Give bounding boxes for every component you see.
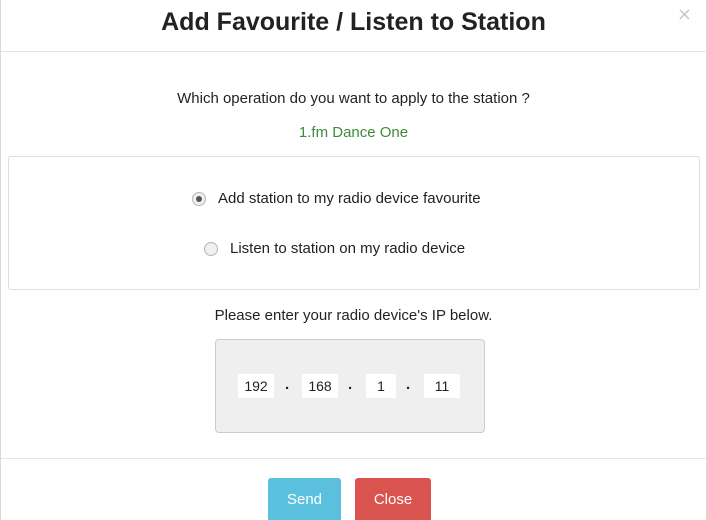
ip-octet-1-input[interactable] — [238, 374, 274, 398]
option-listen-to-station[interactable]: Listen to station on my radio device — [204, 240, 465, 257]
dialog: Add Favourite / Listen to Station × Whic… — [0, 0, 707, 520]
send-button[interactable]: Send — [268, 478, 341, 520]
add-favourite-label: Add station to my radio device favourite — [218, 190, 481, 207]
ip-address-box: . . . — [215, 339, 485, 433]
footer-divider — [1, 458, 706, 459]
ip-separator: . — [406, 376, 411, 393]
dialog-title: Add Favourite / Listen to Station — [161, 8, 546, 36]
ip-octet-3-input[interactable] — [366, 374, 396, 398]
listen-label: Listen to station on my radio device — [230, 240, 466, 257]
dialog-header: Add Favourite / Listen to Station × — [1, 0, 706, 52]
add-favourite-radio[interactable] — [192, 191, 206, 206]
ip-instruction: Please enter your radio device's IP belo… — [214, 307, 493, 324]
operation-question: Which operation do you want to apply to … — [177, 90, 530, 107]
operation-options-panel: Add station to my radio device favourite… — [8, 156, 700, 290]
ip-octet-4-input[interactable] — [424, 374, 460, 398]
ip-separator: . — [348, 376, 353, 393]
station-name: 1.fm Dance One — [298, 124, 409, 141]
close-button[interactable]: Close — [355, 478, 431, 520]
close-icon[interactable]: × — [677, 6, 692, 24]
ip-octet-2-input[interactable] — [302, 374, 338, 398]
ip-separator: . — [285, 376, 290, 393]
listen-radio[interactable] — [204, 241, 218, 256]
option-add-favourite[interactable]: Add station to my radio device favourite — [192, 190, 481, 207]
